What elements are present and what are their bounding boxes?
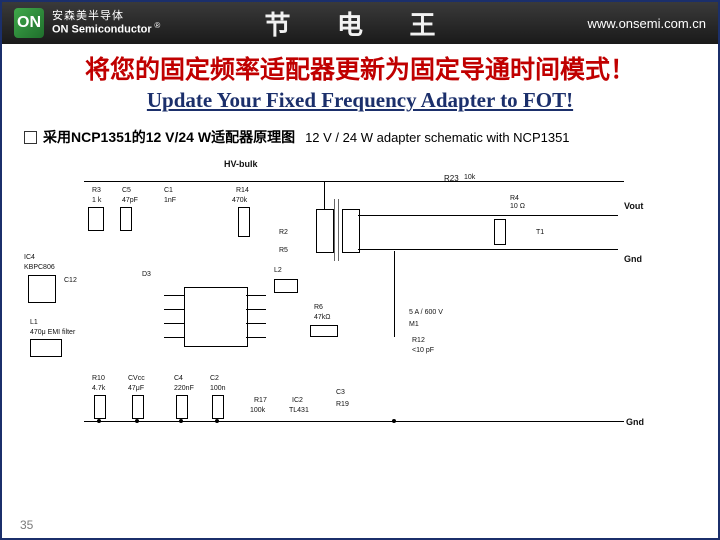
bullet-text-en: 12 V / 24 W adapter schematic with NCP13…: [305, 130, 569, 145]
label-r23: R23: [444, 174, 459, 183]
label-r3: R3: [92, 187, 101, 194]
schematic-diagram: HV-bulk R3 1 k C5 47pF C1 1nF R14 470k R…: [24, 159, 696, 449]
component-cvcc: [132, 395, 144, 419]
label-r23-val: 10k: [464, 174, 475, 181]
component-r6: [310, 325, 338, 337]
label-hvbulk: HV-bulk: [224, 159, 258, 169]
label-r4: R4: [510, 195, 519, 202]
label-c2: C2: [210, 375, 219, 382]
node-dot-3: [179, 419, 183, 423]
label-c2-val: 100n: [210, 385, 226, 392]
component-r10: [94, 395, 106, 419]
on-logo-icon: ON: [14, 8, 44, 38]
label-c4: C4: [174, 375, 183, 382]
t1-core2: [338, 199, 339, 261]
label-m1: M1: [409, 321, 419, 328]
node-dot-5: [392, 419, 396, 423]
label-cvcc-val: 47μF: [128, 385, 144, 392]
label-vout: Vout: [624, 201, 643, 211]
label-r6-val: 47kΩ: [314, 314, 331, 321]
wire-sec-bot: [358, 249, 618, 250]
component-l1: [30, 339, 62, 357]
node-dot-4: [215, 419, 219, 423]
component-r3: [88, 207, 104, 231]
component-t1-primary: [316, 209, 334, 253]
label-c12: C12: [64, 277, 77, 284]
label-m1-part: 5 A / 600 V: [409, 309, 443, 316]
label-r10: R10: [92, 375, 105, 382]
wire-ic-pin1: [164, 295, 184, 296]
label-r4-val: 10 Ω: [510, 203, 525, 210]
topbar-center-title: 节 电 王: [264, 5, 455, 42]
label-c1: C1: [164, 187, 173, 194]
label-r14-val: 470k: [232, 197, 247, 204]
label-c1-val: 1nF: [164, 197, 176, 204]
wire-ic-pin3: [164, 323, 184, 324]
brand-block: ON 安森美半导体 ON Semiconductor ®: [14, 8, 160, 38]
component-main-ic: [184, 287, 248, 347]
wire-ic-pin2: [164, 309, 184, 310]
wire-ic-pin4: [164, 337, 184, 338]
t1-core1: [334, 199, 335, 261]
component-c4: [176, 395, 188, 419]
label-r10-val: 4.7k: [92, 385, 105, 392]
slide-title-cn: 将您的固定频率适配器更新为固定导通时间模式！: [2, 50, 718, 86]
node-dot-2: [135, 419, 139, 423]
label-ic2-part: TL431: [289, 407, 309, 414]
component-r14: [238, 207, 250, 237]
wire-ic-pin7: [246, 323, 266, 324]
label-r17: R17: [254, 397, 267, 404]
node-dot-1: [97, 419, 101, 423]
topbar-url: www.onsemi.com.cn: [588, 16, 706, 31]
component-c5: [120, 207, 132, 231]
slide-title-en: Update Your Fixed Frequency Adapter to F…: [2, 88, 718, 113]
registered-icon: ®: [154, 21, 160, 30]
label-r12-val: <10 pF: [412, 347, 434, 354]
bullet-square-icon: [24, 131, 37, 144]
label-cvcc: CVcc: [128, 375, 145, 382]
label-r12: R12: [412, 337, 425, 344]
label-r3-val: 1 k: [92, 197, 101, 204]
wire-gnd-rail: [84, 421, 624, 422]
label-r14: R14: [236, 187, 249, 194]
label-ic2: IC2: [292, 397, 303, 404]
label-gnd-bottom: Gnd: [626, 417, 644, 427]
label-d3: D3: [142, 271, 151, 278]
label-r5: R5: [279, 247, 288, 254]
bullet-row: 采用NCP1351的12 V/24 W适配器原理图 12 V / 24 W ad…: [24, 127, 718, 147]
label-c3: C3: [336, 389, 345, 396]
wire-ic-pin6: [246, 309, 266, 310]
label-ic4-part: KBPC806: [24, 264, 55, 271]
page-number: 35: [20, 518, 33, 532]
label-r2: R2: [279, 229, 288, 236]
wire-ic-pin5: [246, 295, 266, 296]
label-ic4: IC4: [24, 254, 35, 261]
brand-en: ON Semiconductor: [52, 23, 152, 35]
label-c5-val: 47pF: [122, 197, 138, 204]
component-c2: [212, 395, 224, 419]
component-l2: [274, 279, 298, 293]
brand-text: 安森美半导体 ON Semiconductor ®: [52, 11, 160, 35]
label-l2: L2: [274, 267, 282, 274]
wire-ic-pin8: [246, 337, 266, 338]
label-r6: R6: [314, 304, 323, 311]
slide-frame: ON 安森美半导体 ON Semiconductor ® 节 电 王 www.o…: [0, 0, 720, 540]
bullet-text-cn: 采用NCP1351的12 V/24 W适配器原理图: [43, 127, 295, 147]
label-t1: T1: [536, 229, 544, 236]
label-l1-val: 470μ EMI filter: [30, 329, 75, 336]
wire-drain: [394, 251, 395, 337]
brand-cn: 安森美半导体: [52, 11, 160, 22]
label-c4-val: 220nF: [174, 385, 194, 392]
label-r17-val: 100k: [250, 407, 265, 414]
label-r19: R19: [336, 401, 349, 408]
label-l1: L1: [30, 319, 38, 326]
label-gnd-sec: Gnd: [624, 254, 642, 264]
component-ic4: [28, 275, 56, 303]
top-bar: ON 安森美半导体 ON Semiconductor ® 节 电 王 www.o…: [2, 2, 718, 44]
wire-top-rail: [84, 181, 624, 182]
label-c5: C5: [122, 187, 131, 194]
component-out-cap: [494, 219, 506, 245]
wire-sec-top: [358, 215, 618, 216]
